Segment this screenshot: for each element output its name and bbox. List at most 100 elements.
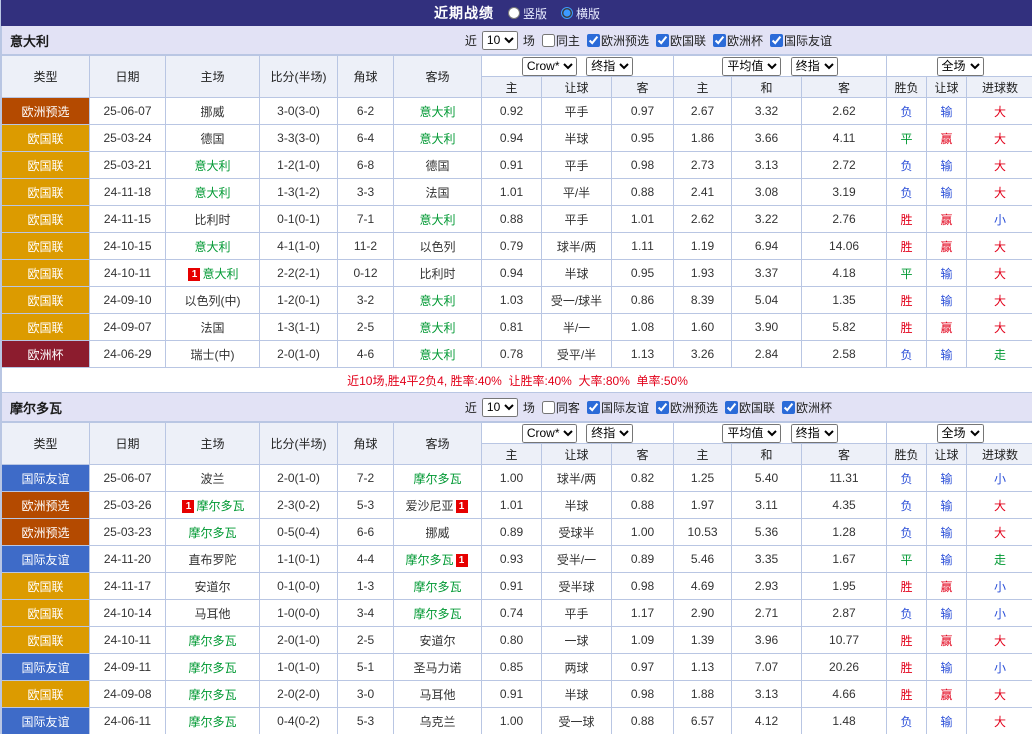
odds-stage-select[interactable]: 终指 xyxy=(586,424,633,443)
match-score[interactable]: 2-0(2-0) xyxy=(260,681,338,708)
match-score[interactable]: 1-0(1-0) xyxy=(260,654,338,681)
home-team[interactable]: 法国 xyxy=(166,314,260,341)
filter-checkbox[interactable]: 国际友谊 xyxy=(587,399,649,416)
match-score[interactable]: 2-0(1-0) xyxy=(260,627,338,654)
home-team[interactable]: 波兰 xyxy=(166,465,260,492)
home-team[interactable]: 意大利 xyxy=(166,233,260,260)
filter-checkbox[interactable]: 欧洲杯 xyxy=(713,32,763,49)
scope-select[interactable]: 全场 xyxy=(937,424,984,443)
home-team[interactable]: 瑞士(中) xyxy=(166,341,260,368)
home-team[interactable]: 摩尔多瓦 xyxy=(166,708,260,734)
avg-stage-select[interactable]: 终指 xyxy=(791,424,838,443)
match-score[interactable]: 1-3(1-2) xyxy=(260,179,338,206)
home-team[interactable]: 摩尔多瓦 xyxy=(166,519,260,546)
home-team[interactable]: 意大利 xyxy=(166,152,260,179)
match-score[interactable]: 4-1(1-0) xyxy=(260,233,338,260)
match-score[interactable]: 2-3(0-2) xyxy=(260,492,338,519)
filter-checkbox-input[interactable] xyxy=(770,34,783,47)
odds-stage-select[interactable]: 终指 xyxy=(586,57,633,76)
layout-option-horizontal[interactable]: 横版 xyxy=(561,5,600,22)
away-team[interactable]: 摩尔多瓦 xyxy=(394,573,482,600)
home-team[interactable]: 马耳他 xyxy=(166,600,260,627)
home-team[interactable]: 以色列(中) xyxy=(166,287,260,314)
away-team[interactable]: 圣马力诺 xyxy=(394,654,482,681)
scope-select[interactable]: 全场 xyxy=(937,57,984,76)
filter-checkbox-input[interactable] xyxy=(713,34,726,47)
average-select[interactable]: 平均值 xyxy=(722,424,781,443)
filter-checkbox[interactable]: 国际友谊 xyxy=(770,32,832,49)
match-score[interactable]: 3-0(3-0) xyxy=(260,98,338,125)
match-score[interactable]: 0-4(0-2) xyxy=(260,708,338,734)
filter-checkbox-input[interactable] xyxy=(542,401,555,414)
filter-checkbox[interactable]: 欧洲预选 xyxy=(656,399,718,416)
rounds-select[interactable]: 10 xyxy=(482,398,518,417)
match-score[interactable]: 2-2(2-1) xyxy=(260,260,338,287)
home-team[interactable]: 直布罗陀 xyxy=(166,546,260,573)
away-team[interactable]: 意大利 xyxy=(394,98,482,125)
team-name[interactable]: 意大利 xyxy=(2,31,49,50)
match-score[interactable]: 1-3(1-1) xyxy=(260,314,338,341)
away-team[interactable]: 法国 xyxy=(394,179,482,206)
match-score[interactable]: 1-2(0-1) xyxy=(260,287,338,314)
home-team[interactable]: 1摩尔多瓦 xyxy=(166,492,260,519)
match-score[interactable]: 0-1(0-0) xyxy=(260,573,338,600)
away-team[interactable]: 意大利 xyxy=(394,125,482,152)
match-score[interactable]: 2-0(1-0) xyxy=(260,341,338,368)
home-team[interactable]: 德国 xyxy=(166,125,260,152)
match-score[interactable]: 2-0(1-0) xyxy=(260,465,338,492)
home-team[interactable]: 比利时 xyxy=(166,206,260,233)
match-score[interactable]: 0-1(0-1) xyxy=(260,206,338,233)
away-team[interactable]: 比利时 xyxy=(394,260,482,287)
away-team[interactable]: 意大利 xyxy=(394,206,482,233)
match-score[interactable]: 0-5(0-4) xyxy=(260,519,338,546)
avg-stage-select[interactable]: 终指 xyxy=(791,57,838,76)
home-team[interactable]: 摩尔多瓦 xyxy=(166,654,260,681)
match-score[interactable]: 1-2(1-0) xyxy=(260,152,338,179)
bookmaker-select[interactable]: Crow* xyxy=(522,424,577,443)
away-team[interactable]: 意大利 xyxy=(394,287,482,314)
home-team[interactable]: 安道尔 xyxy=(166,573,260,600)
away-team[interactable]: 意大利 xyxy=(394,341,482,368)
away-team[interactable]: 摩尔多瓦 xyxy=(394,465,482,492)
filter-checkbox-input[interactable] xyxy=(587,401,600,414)
filter-checkbox-input[interactable] xyxy=(725,401,738,414)
filter-checkbox[interactable]: 欧国联 xyxy=(656,32,706,49)
filter-checkbox-input[interactable] xyxy=(782,401,795,414)
match-score[interactable]: 1-1(0-1) xyxy=(260,546,338,573)
away-team[interactable]: 以色列 xyxy=(394,233,482,260)
filter-checkbox[interactable]: 欧国联 xyxy=(725,399,775,416)
filter-checkbox[interactable]: 欧洲预选 xyxy=(587,32,649,49)
home-team[interactable]: 意大利 xyxy=(166,179,260,206)
away-team[interactable]: 爱沙尼亚1 xyxy=(394,492,482,519)
layout-option-vertical[interactable]: 竖版 xyxy=(508,5,547,22)
away-team[interactable]: 挪威 xyxy=(394,519,482,546)
filter-checkbox-input[interactable] xyxy=(587,34,600,47)
vertical-radio[interactable] xyxy=(508,7,520,19)
filter-checkbox[interactable]: 同主 xyxy=(542,32,580,49)
average-select[interactable]: 平均值 xyxy=(722,57,781,76)
home-team[interactable]: 1意大利 xyxy=(166,260,260,287)
away-team[interactable]: 德国 xyxy=(394,152,482,179)
away-team[interactable]: 乌克兰 xyxy=(394,708,482,734)
away-team[interactable]: 意大利 xyxy=(394,314,482,341)
away-team[interactable]: 摩尔多瓦1 xyxy=(394,546,482,573)
away-team[interactable]: 安道尔 xyxy=(394,627,482,654)
home-team[interactable]: 挪威 xyxy=(166,98,260,125)
horizontal-radio[interactable] xyxy=(561,7,573,19)
filter-checkbox[interactable]: 同客 xyxy=(542,399,580,416)
filter-checkbox-input[interactable] xyxy=(656,401,669,414)
home-team[interactable]: 摩尔多瓦 xyxy=(166,681,260,708)
team-name[interactable]: 摩尔多瓦 xyxy=(2,398,62,417)
filter-checkbox-input[interactable] xyxy=(656,34,669,47)
odds-handicap: 受平/半 xyxy=(542,341,612,368)
home-team[interactable]: 摩尔多瓦 xyxy=(166,627,260,654)
avg-odds-home: 2.73 xyxy=(674,152,732,179)
filter-checkbox[interactable]: 欧洲杯 xyxy=(782,399,832,416)
away-team[interactable]: 摩尔多瓦 xyxy=(394,600,482,627)
filter-checkbox-input[interactable] xyxy=(542,34,555,47)
away-team[interactable]: 马耳他 xyxy=(394,681,482,708)
bookmaker-select[interactable]: Crow* xyxy=(522,57,577,76)
match-score[interactable]: 3-3(3-0) xyxy=(260,125,338,152)
rounds-select[interactable]: 10 xyxy=(482,31,518,50)
match-score[interactable]: 1-0(0-0) xyxy=(260,600,338,627)
